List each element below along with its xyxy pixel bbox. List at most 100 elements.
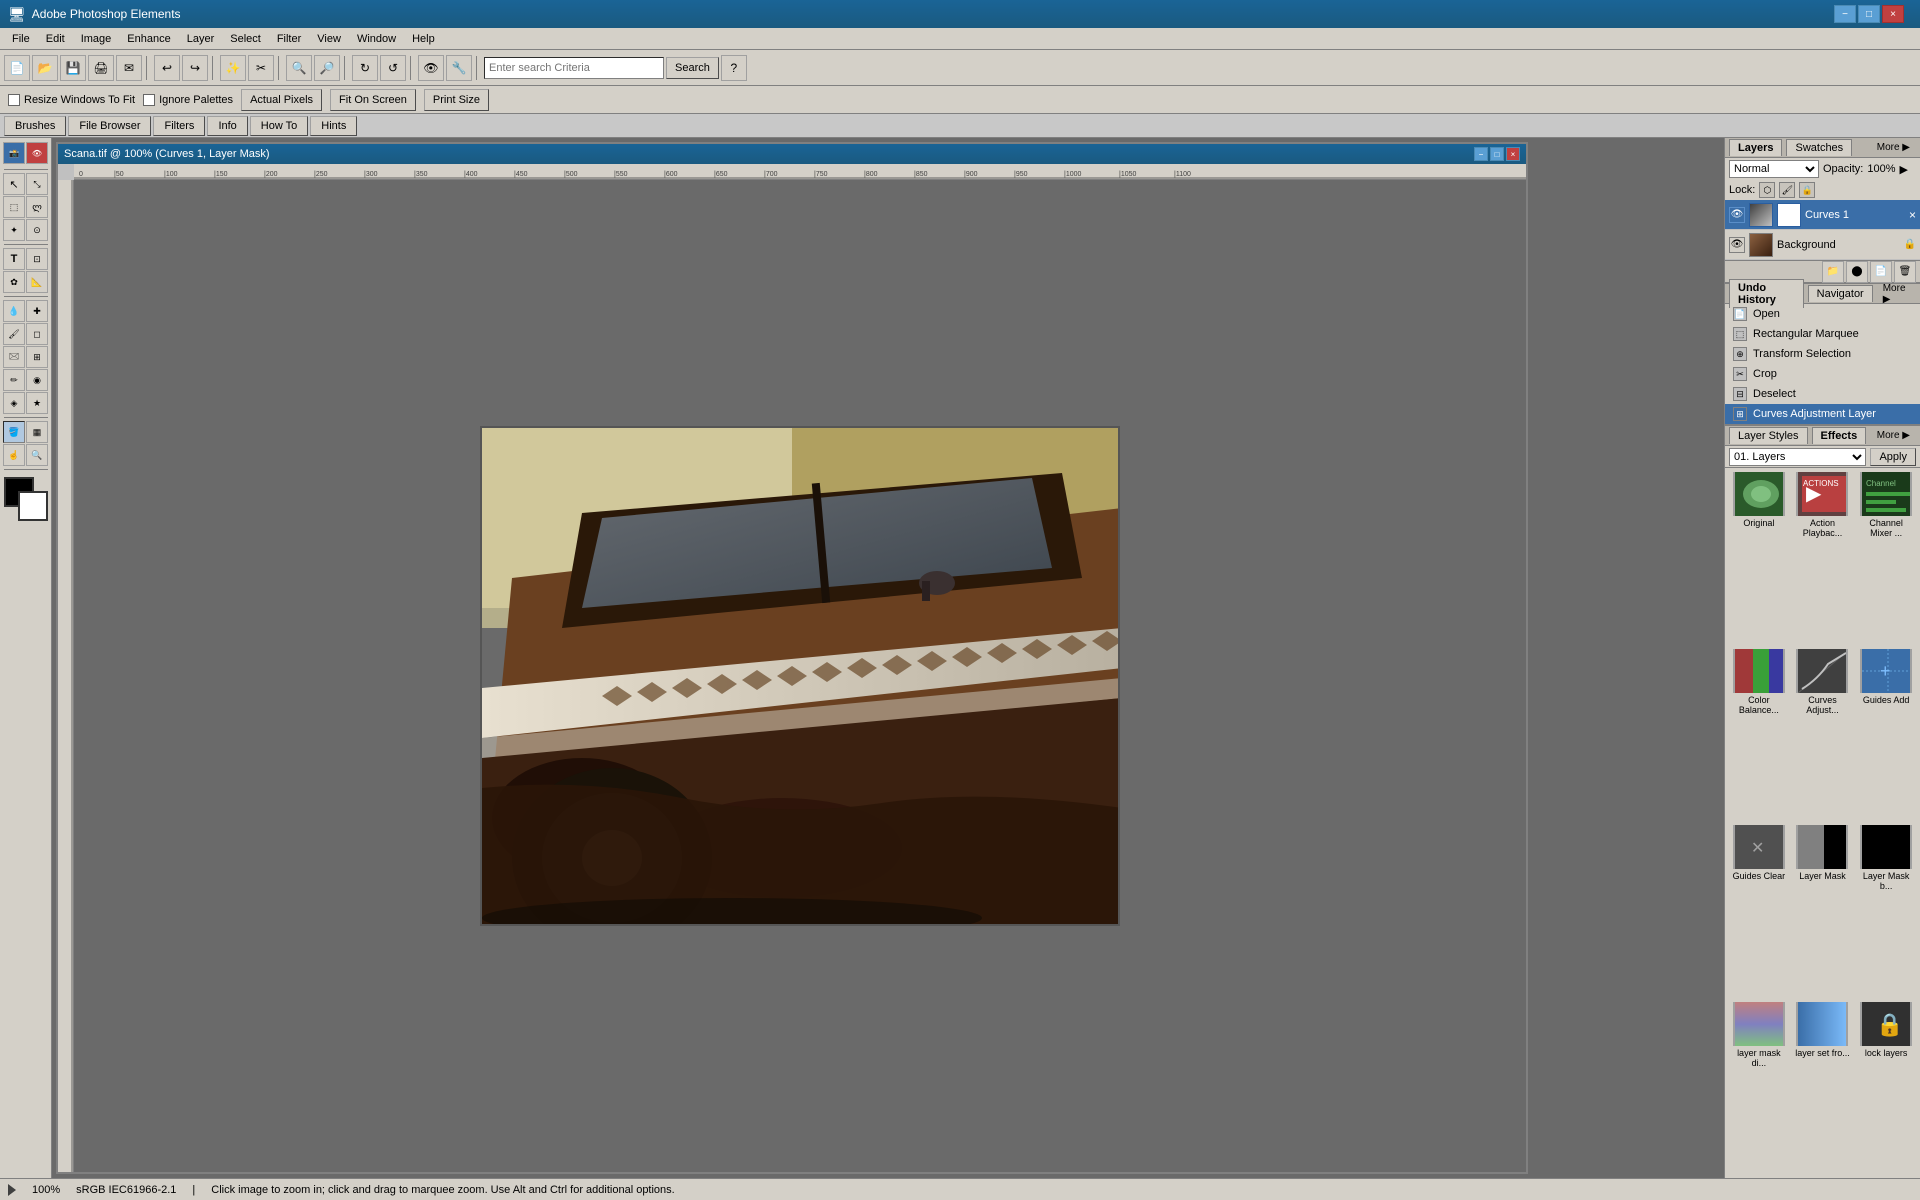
layer-eye-curves1[interactable]: 👁	[1729, 207, 1745, 223]
ignore-palettes-checkbox[interactable]	[143, 94, 155, 106]
effects-apply-button[interactable]: Apply	[1870, 448, 1916, 466]
effect-action-playback[interactable]: ▶ ACTIONS Action Playbac...	[1793, 472, 1853, 645]
history-item-deselect[interactable]: ⊟ Deselect	[1725, 384, 1920, 404]
open-button[interactable]: 📂	[32, 55, 58, 81]
doc-minimize-button[interactable]: −	[1474, 147, 1488, 161]
effect-curves-adjust[interactable]: Curves Adjust...	[1793, 649, 1853, 822]
history-more-button[interactable]: More ▶	[1877, 281, 1916, 307]
text-tool[interactable]: T	[3, 248, 25, 270]
doc-close-button[interactable]: ×	[1506, 147, 1520, 161]
zoom-tool[interactable]: ⤡	[26, 173, 48, 195]
search-input[interactable]	[484, 57, 664, 79]
filters-shortcut[interactable]: Filters	[153, 116, 205, 136]
menu-item-file[interactable]: File	[4, 31, 38, 47]
rectangular-marquee-tool[interactable]: ⬚	[3, 196, 25, 218]
photo-bin-button[interactable]: 📸	[3, 142, 25, 164]
print-button[interactable]: 🖨	[88, 55, 114, 81]
brushes-shortcut[interactable]: Brushes	[4, 116, 66, 136]
save-button[interactable]: 💾	[60, 55, 86, 81]
email-button[interactable]: ✉	[116, 55, 142, 81]
history-item-marquee[interactable]: ⬚ Rectangular Marquee	[1725, 324, 1920, 344]
lock-transparency-btn[interactable]: ⬡	[1759, 182, 1775, 198]
lasso-tool[interactable]: ლ	[26, 196, 48, 218]
navigator-tab[interactable]: Navigator	[1808, 285, 1873, 302]
effect-guides-add[interactable]: + Guides Add	[1856, 649, 1916, 822]
crop-tool[interactable]: ⊡	[26, 248, 48, 270]
document-canvas[interactable]	[480, 426, 1120, 926]
delete-layer-btn[interactable]: 🗑	[1894, 261, 1916, 283]
selection-brush-tool[interactable]: ⊙	[26, 219, 48, 241]
resize-windows-option[interactable]: Resize Windows To Fit	[8, 94, 135, 106]
layer-item-background[interactable]: 👁 Background 🔒	[1725, 230, 1920, 260]
effects-more-button[interactable]: More ▶	[1871, 428, 1916, 443]
layer-close-curves1[interactable]: ×	[1909, 208, 1916, 222]
paint-bucket-tool[interactable]: 🪣	[3, 421, 25, 443]
hand-tool[interactable]: ☝	[3, 444, 25, 466]
menu-item-view[interactable]: View	[309, 31, 349, 47]
effect-guides-clear[interactable]: ✕ Guides Clear	[1729, 825, 1789, 998]
hints-shortcut[interactable]: Hints	[310, 116, 357, 136]
custom-shape-tool[interactable]: ★	[26, 392, 48, 414]
effect-layer-mask-b[interactable]: Layer Mask b...	[1856, 825, 1916, 998]
pattern-stamp-tool[interactable]: ⊞	[26, 346, 48, 368]
close-button[interactable]: ×	[1882, 5, 1904, 23]
gradient-tool[interactable]: ▦	[26, 421, 48, 443]
layer-item-curves1[interactable]: 👁 Curves 1 ×	[1725, 200, 1920, 230]
history-item-crop[interactable]: ✂ Crop	[1725, 364, 1920, 384]
effect-color-balance[interactable]: Color Balance...	[1729, 649, 1789, 822]
menu-item-select[interactable]: Select	[222, 31, 269, 47]
search-button[interactable]: Search	[666, 57, 719, 79]
history-item-transform[interactable]: ⊕ Transform Selection	[1725, 344, 1920, 364]
zoom-in-button[interactable]: 🔍	[286, 55, 312, 81]
effect-layer-mask[interactable]: Layer Mask	[1793, 825, 1853, 998]
brush-tool[interactable]: 🖌	[3, 323, 25, 345]
eye-dropper-tool[interactable]: 💧	[3, 300, 25, 322]
effects-category-select[interactable]: 01. Layers	[1729, 448, 1866, 466]
sponge-tool[interactable]: ◈	[3, 392, 25, 414]
undo-button[interactable]: ↩	[154, 55, 180, 81]
eraser-tool[interactable]: ◻	[26, 323, 48, 345]
effects-tab[interactable]: Effects	[1812, 427, 1867, 444]
lock-position-btn[interactable]: 🔒	[1799, 182, 1815, 198]
cookie-cutter-tool[interactable]: ✿	[3, 271, 25, 293]
menu-item-image[interactable]: Image	[73, 31, 120, 47]
crop-button[interactable]: ✂	[248, 55, 274, 81]
effect-layer-set-from[interactable]: layer set fro...	[1793, 1002, 1853, 1175]
zoom-magnify-tool[interactable]: 🔍	[26, 444, 48, 466]
redo-button[interactable]: ↪	[182, 55, 208, 81]
canvas-container[interactable]	[74, 180, 1526, 1172]
red-eye-tool[interactable]: 👁	[26, 142, 48, 164]
history-item-curves[interactable]: ⊞ Curves Adjustment Layer	[1725, 404, 1920, 424]
clone-stamp-tool[interactable]: 🖂	[3, 346, 25, 368]
effect-channel-mixer[interactable]: Channel Channel Mixer ...	[1856, 472, 1916, 645]
maximize-button[interactable]: □	[1858, 5, 1880, 23]
menu-item-enhance[interactable]: Enhance	[119, 31, 178, 47]
pencil-tool[interactable]: ✏	[3, 369, 25, 391]
new-layer-btn[interactable]: 📄	[1870, 261, 1892, 283]
blend-mode-select[interactable]: Normal	[1729, 160, 1819, 178]
layers-more-button[interactable]: More ▶	[1871, 140, 1916, 155]
menu-item-filter[interactable]: Filter	[269, 31, 309, 47]
status-triangle[interactable]	[8, 1184, 16, 1196]
zoom-out-button[interactable]: 🔎	[314, 55, 340, 81]
blur-tool[interactable]: ◉	[26, 369, 48, 391]
layers-tab[interactable]: Layers	[1729, 139, 1782, 156]
resize-windows-checkbox[interactable]	[8, 94, 20, 106]
layer-styles-tab[interactable]: Layer Styles	[1729, 427, 1808, 444]
lock-image-btn[interactable]: 🖌	[1779, 182, 1795, 198]
effect-lock-layers[interactable]: 🔒 lock layers	[1856, 1002, 1916, 1175]
red-eye-button[interactable]: 👁	[418, 55, 444, 81]
background-color[interactable]	[18, 491, 48, 521]
effect-original[interactable]: Original	[1729, 472, 1789, 645]
opacity-arrow[interactable]: ▶	[1900, 163, 1908, 176]
move-tool[interactable]: ↖	[3, 173, 25, 195]
swatches-tab[interactable]: Swatches	[1786, 139, 1852, 156]
how-to-shortcut[interactable]: How To	[250, 116, 308, 136]
file-browser-shortcut[interactable]: File Browser	[68, 116, 151, 136]
layer-eye-background[interactable]: 👁	[1729, 237, 1745, 253]
straighten-tool[interactable]: 📐	[26, 271, 48, 293]
undo-history-tab[interactable]: Undo History	[1729, 279, 1804, 308]
help-button[interactable]: ?	[721, 55, 747, 81]
new-fill-layer-btn[interactable]: ⬤	[1846, 261, 1868, 283]
fix-photo-button[interactable]: 🔧	[446, 55, 472, 81]
